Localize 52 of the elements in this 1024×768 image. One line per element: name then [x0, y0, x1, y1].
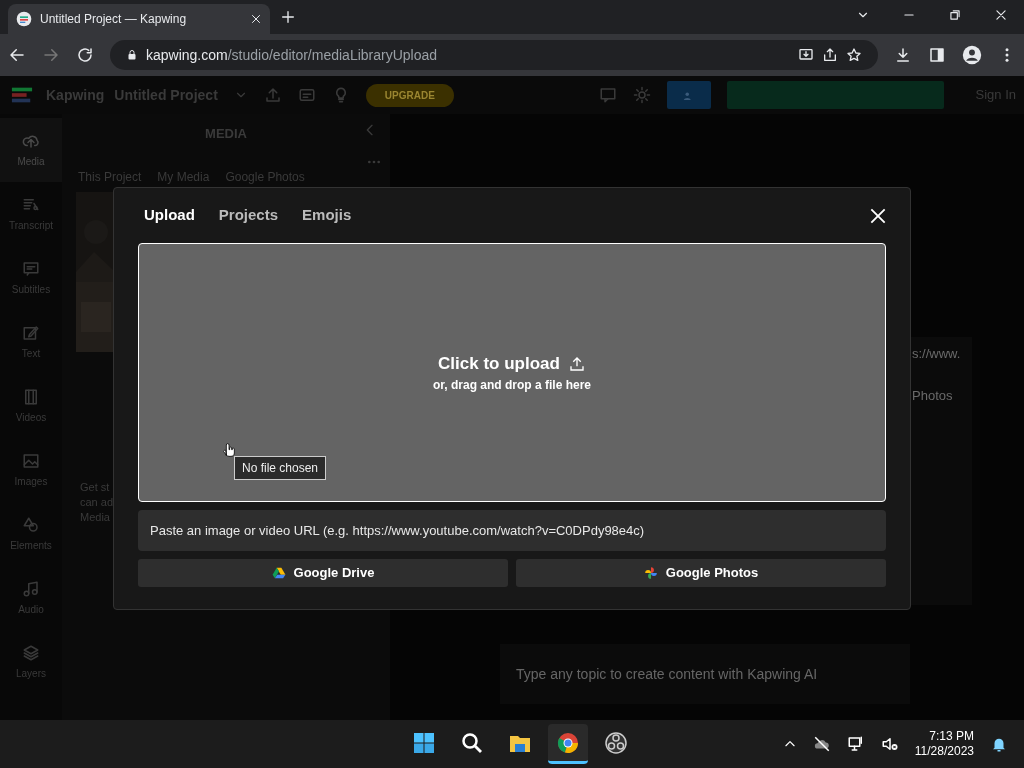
sidebar-item[interactable]: Media — [0, 118, 62, 182]
restore-icon[interactable] — [948, 8, 962, 22]
browser-icon — [556, 730, 580, 755]
taskbar-app[interactable] — [548, 724, 588, 764]
network-icon[interactable] — [846, 735, 865, 753]
url-input[interactable]: Paste an image or video URL (e.g. https://www.youtube.com/watch?v=C0DPdy98e4c) — [138, 510, 886, 551]
reload-icon[interactable] — [76, 46, 94, 64]
upload-dropzone[interactable]: Click to upload or, drag and drop a file here No file chosen — [138, 243, 886, 502]
background-text: s://www. — [912, 345, 961, 363]
ai-prompt-field[interactable]: Type any topic to create content with Kapwing AI — [500, 644, 910, 704]
clock[interactable]: 7:13 PM 11/28/2023 — [914, 729, 974, 759]
star-icon[interactable] — [846, 47, 862, 63]
google-drive-button[interactable]: Google Drive — [138, 559, 508, 587]
shapes-icon — [22, 515, 40, 534]
film-icon — [22, 387, 40, 406]
text-icon — [22, 323, 40, 342]
install-icon[interactable] — [798, 47, 814, 63]
background-text: Photos — [912, 387, 953, 405]
start-icon — [412, 730, 436, 755]
google-photos-button[interactable]: Google Photos — [516, 559, 886, 587]
upgrade-button[interactable]: UPGRADE — [365, 83, 454, 107]
volume-muted-icon[interactable] — [880, 735, 899, 753]
lock-icon — [126, 49, 138, 61]
url-text: kapwing.com/studio/editor/mediaLibraryUpload — [146, 45, 439, 65]
kapwing-logo-icon — [16, 11, 32, 27]
forward-icon[interactable] — [42, 46, 60, 64]
dropzone-title: Click to upload — [438, 352, 560, 375]
download-icon[interactable] — [894, 46, 912, 64]
dialog-tab[interactable]: Emojis — [302, 204, 352, 227]
tab-title: Untitled Project — Kapwing — [40, 11, 188, 28]
dialog-tab[interactable]: Upload — [144, 204, 195, 227]
triangle-logo-icon — [271, 566, 286, 580]
back-icon[interactable] — [8, 46, 26, 64]
browser-tab[interactable]: Untitled Project — Kapwing — [8, 4, 270, 34]
address-bar[interactable]: kapwing.com/studio/editor/mediaLibraryUpload — [110, 40, 878, 70]
tooltip: No file chosen — [234, 456, 327, 480]
recorder-icon — [604, 730, 628, 755]
search-icon — [460, 730, 484, 755]
side-panel-icon[interactable] — [928, 46, 946, 64]
subtitles-icon — [22, 259, 40, 278]
music-icon — [22, 579, 40, 598]
close-icon[interactable] — [994, 8, 1008, 22]
image-icon — [22, 451, 40, 470]
close-icon[interactable] — [250, 13, 262, 25]
profile-icon[interactable] — [962, 45, 982, 65]
dropzone-subtitle: or, drag and drop a file here — [432, 377, 591, 395]
layers-icon — [22, 643, 40, 662]
new-tab-icon[interactable] — [280, 9, 296, 25]
share-icon[interactable] — [822, 47, 838, 63]
cloud-off-icon[interactable] — [812, 735, 831, 753]
dialog-tab[interactable]: Projects — [218, 204, 279, 227]
pinwheel-logo-icon — [643, 566, 658, 580]
